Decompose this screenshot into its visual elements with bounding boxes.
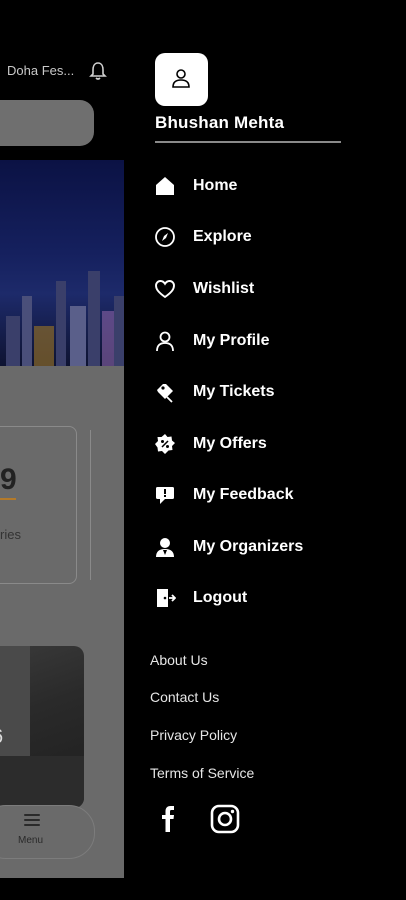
menu-item-wishlist[interactable]: Wishlist (150, 269, 370, 309)
user-icon (150, 329, 184, 353)
contact-us-link[interactable]: Contact Us (150, 689, 219, 705)
ticket-icon (150, 380, 184, 404)
background-screen: Doha Fes... 9 ries 6 Menu (0, 0, 124, 900)
search-bar[interactable] (0, 100, 94, 146)
location-title[interactable]: Doha Fes... (7, 63, 74, 78)
menu-item-label: Logout (193, 589, 248, 606)
event-photo[interactable]: 6 (0, 646, 84, 808)
organizer-icon (150, 535, 184, 559)
menu-item-my-offers[interactable]: My Offers (150, 424, 370, 464)
bell-icon[interactable] (89, 61, 107, 86)
user-avatar-icon (172, 69, 190, 88)
about-us-link[interactable]: About Us (150, 652, 208, 668)
menu-item-label: Home (193, 177, 238, 194)
menu-item-label: Wishlist (193, 280, 255, 297)
heart-icon (150, 277, 184, 301)
menu-item-logout[interactable]: Logout (150, 578, 370, 618)
menu-item-label: Explore (193, 228, 252, 245)
menu-item-my-feedback[interactable]: My Feedback (150, 475, 370, 515)
photo-text: 6 (0, 726, 3, 749)
menu-item-explore[interactable]: Explore (150, 217, 370, 257)
menu-item-label: My Tickets (193, 383, 275, 400)
menu-item-label: My Offers (193, 435, 267, 452)
offer-badge-icon (150, 432, 184, 456)
stat-underline (0, 498, 16, 500)
stat-card[interactable] (0, 426, 77, 584)
bottom-nav (0, 805, 95, 859)
menu-item-label: My Feedback (193, 486, 294, 503)
hero-banner[interactable] (0, 160, 124, 366)
facebook-icon[interactable] (159, 806, 177, 839)
menu-item-my-organizers[interactable]: My Organizers (150, 527, 370, 567)
stat-label: ries (0, 527, 21, 542)
instagram-icon[interactable] (210, 804, 240, 839)
menu-item-my-profile[interactable]: My Profile (150, 321, 370, 361)
user-name: Bhushan Mehta (155, 113, 285, 132)
compass-icon (150, 225, 184, 249)
avatar[interactable] (155, 53, 208, 106)
home-icon (150, 174, 184, 198)
stat-card-2[interactable] (90, 430, 124, 580)
divider (155, 141, 341, 143)
menu-item-home[interactable]: Home (150, 166, 370, 206)
feedback-icon (150, 483, 184, 507)
stat-number: 9 (0, 463, 17, 496)
menu-item-label: My Profile (193, 332, 270, 349)
bottom-nav-menu-label[interactable]: Menu (18, 835, 43, 846)
privacy-policy-link[interactable]: Privacy Policy (150, 727, 237, 743)
menu-item-my-tickets[interactable]: My Tickets (150, 372, 370, 412)
menu-icon[interactable] (24, 814, 40, 829)
terms-of-service-link[interactable]: Terms of Service (150, 765, 254, 781)
logout-icon (150, 586, 184, 610)
menu-item-label: My Organizers (193, 538, 304, 555)
